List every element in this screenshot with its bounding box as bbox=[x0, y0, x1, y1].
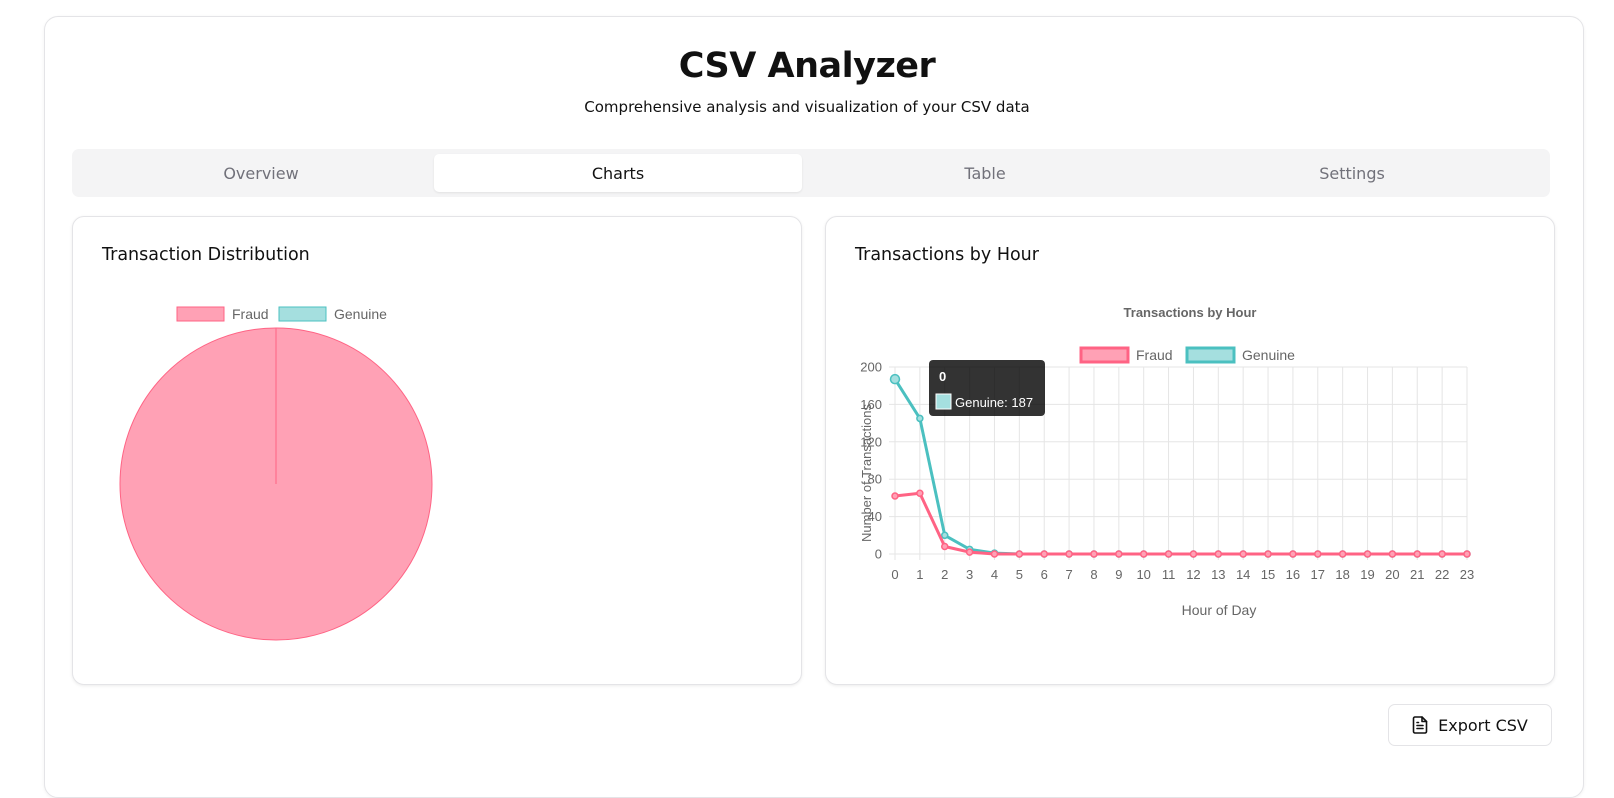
data-point-fraud[interactable] bbox=[1164, 550, 1173, 558]
page-title: CSV Analyzer bbox=[678, 46, 936, 86]
tab-overview[interactable]: Overview bbox=[77, 154, 445, 192]
legend-swatch-genuine[interactable] bbox=[278, 306, 327, 322]
tooltip-title: 0 bbox=[939, 369, 946, 384]
data-point-fraud[interactable] bbox=[1463, 550, 1471, 558]
data-point-genuine[interactable] bbox=[940, 531, 949, 540]
x-tick-label: 20 bbox=[1385, 567, 1399, 582]
x-tick-label: 3 bbox=[966, 567, 973, 582]
x-tick-label: 23 bbox=[1460, 567, 1474, 582]
data-point-genuine[interactable] bbox=[889, 373, 901, 385]
legend-swatch-fraud[interactable] bbox=[176, 306, 225, 322]
x-tick-label: 19 bbox=[1360, 567, 1374, 582]
x-axis-ticks: 0 1 2 3 4 5 6 7 8 9 10 11 12 13 14 15 16 17 18 19 20 21 22 23 bbox=[891, 567, 1474, 582]
data-point-fraud[interactable] bbox=[1090, 550, 1098, 558]
legend-label-fraud[interactable]: Fraud bbox=[232, 306, 269, 322]
data-point-fraud[interactable] bbox=[1189, 550, 1198, 558]
x-tick-label: 1 bbox=[916, 567, 923, 582]
data-point-fraud[interactable] bbox=[1115, 550, 1123, 558]
chart-tooltip: 0 Genuine: 187 bbox=[929, 360, 1045, 416]
tab-charts[interactable]: Charts bbox=[434, 154, 802, 192]
tab-table[interactable]: Table bbox=[801, 154, 1169, 192]
x-tick-label: 22 bbox=[1435, 567, 1449, 582]
data-point-fraud[interactable] bbox=[1438, 550, 1446, 558]
x-tick-label: 10 bbox=[1136, 567, 1150, 582]
export-csv-label: Export CSV bbox=[1438, 715, 1528, 735]
pie-chart: Fraud Genuine bbox=[119, 306, 433, 641]
x-tick-label: 16 bbox=[1286, 567, 1300, 582]
data-point-fraud[interactable] bbox=[1264, 550, 1272, 558]
x-tick-label: 13 bbox=[1211, 567, 1225, 582]
data-point-fraud[interactable] bbox=[940, 542, 949, 551]
line-legend: Fraud Genuine bbox=[1079, 346, 1295, 364]
x-tick-label: 4 bbox=[991, 567, 998, 582]
pie-slices bbox=[119, 327, 433, 641]
page-subtitle: Comprehensive analysis and visualization… bbox=[584, 98, 1030, 116]
x-tick-label: 12 bbox=[1186, 567, 1200, 582]
x-tick-label: 2 bbox=[941, 567, 948, 582]
legend-label-fraud[interactable]: Fraud bbox=[1136, 347, 1173, 363]
tooltip-label: Genuine: 187 bbox=[955, 395, 1033, 410]
export-csv-button[interactable]: Export CSV bbox=[1388, 704, 1552, 746]
data-point-fraud[interactable] bbox=[1338, 550, 1347, 558]
legend-label-genuine[interactable]: Genuine bbox=[334, 306, 387, 322]
data-point-fraud[interactable] bbox=[1289, 550, 1297, 558]
distribution-panel: Transaction Distribution Fraud Genuine bbox=[72, 216, 802, 685]
x-tick-label: 17 bbox=[1311, 567, 1325, 582]
x-tick-label: 21 bbox=[1410, 567, 1424, 582]
y-tick-label: 0 bbox=[875, 547, 882, 562]
data-point-genuine[interactable] bbox=[916, 414, 924, 423]
x-tick-label: 8 bbox=[1090, 567, 1097, 582]
data-point-fraud[interactable] bbox=[1314, 550, 1322, 558]
data-point-fraud[interactable] bbox=[1139, 550, 1148, 558]
y-tick-label: 200 bbox=[860, 360, 882, 375]
x-tick-label: 18 bbox=[1335, 567, 1349, 582]
x-tick-label: 5 bbox=[1016, 567, 1023, 582]
data-point-fraud[interactable] bbox=[1388, 550, 1397, 558]
legend-swatch-genuine[interactable] bbox=[1185, 346, 1236, 364]
data-point-fraud[interactable] bbox=[1065, 550, 1073, 558]
x-tick-label: 0 bbox=[891, 567, 898, 582]
y-axis-label: Number of Transactions bbox=[859, 404, 874, 543]
x-tick-label: 9 bbox=[1115, 567, 1122, 582]
x-tick-label: 6 bbox=[1041, 567, 1048, 582]
pie-legend: Fraud Genuine bbox=[176, 306, 387, 322]
hourly-panel: Transactions by Hour Transactions by Hou… bbox=[825, 216, 1555, 685]
file-text-icon bbox=[1412, 716, 1428, 734]
line-chart: Transactions by Hour Fraud Genuine 0 4 0 8 0… bbox=[859, 305, 1474, 618]
data-point-fraud[interactable] bbox=[891, 492, 899, 500]
x-axis-label: Hour of Day bbox=[1182, 602, 1257, 618]
x-tick-label: 7 bbox=[1065, 567, 1072, 582]
chart-title: Transactions by Hour bbox=[1124, 305, 1257, 320]
x-tick-label: 11 bbox=[1162, 567, 1176, 582]
data-point-fraud[interactable] bbox=[1040, 550, 1048, 558]
x-tick-label: 15 bbox=[1261, 567, 1275, 582]
x-tick-label: 14 bbox=[1236, 567, 1250, 582]
data-point-fraud[interactable] bbox=[1363, 550, 1372, 558]
data-point-fraud[interactable] bbox=[990, 550, 999, 558]
tab-bar: Overview Charts Table Settings bbox=[72, 149, 1550, 197]
data-point-fraud[interactable] bbox=[965, 548, 974, 556]
data-point-fraud[interactable] bbox=[1214, 550, 1223, 558]
tooltip-swatch bbox=[935, 393, 952, 410]
legend-label-genuine[interactable]: Genuine bbox=[1242, 347, 1295, 363]
series-line-fraud[interactable] bbox=[894, 491, 1467, 556]
data-point-fraud[interactable] bbox=[1239, 550, 1247, 558]
legend-swatch-fraud[interactable] bbox=[1079, 346, 1130, 364]
data-point-fraud[interactable] bbox=[1015, 550, 1024, 558]
data-point-fraud[interactable] bbox=[916, 489, 924, 497]
tab-settings[interactable]: Settings bbox=[1168, 154, 1536, 192]
data-point-fraud[interactable] bbox=[1413, 550, 1422, 558]
